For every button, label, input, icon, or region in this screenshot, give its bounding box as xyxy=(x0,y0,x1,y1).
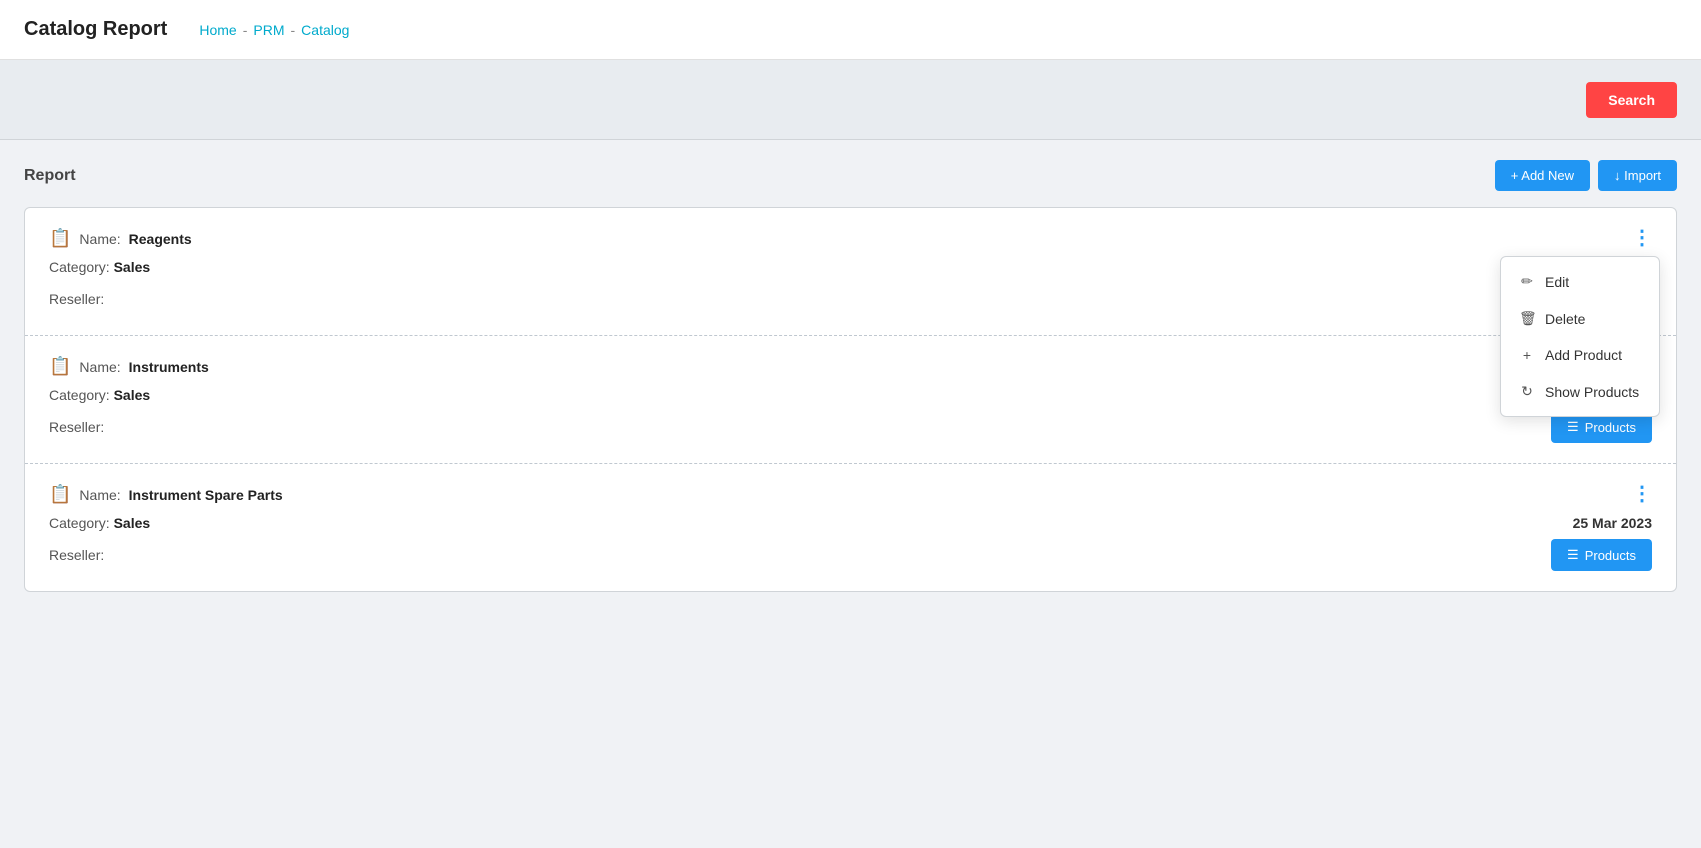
context-menu-delete-label: Delete xyxy=(1545,311,1585,327)
card-reseller-row-2: Reseller: ☰ Products xyxy=(49,411,1652,443)
context-menu-edit[interactable]: ✏ Edit xyxy=(1501,263,1659,300)
card-details-row-1: Category: Sales 23 Mar 2023 xyxy=(49,259,1652,275)
card-reseller-3: Reseller: xyxy=(49,547,104,563)
context-menu-show-products-label: Show Products xyxy=(1545,384,1639,400)
context-menu-add-product[interactable]: + Add Product xyxy=(1501,337,1659,373)
show-products-icon: ↻ xyxy=(1519,383,1535,400)
card-name-value-1: Reagents xyxy=(129,231,192,247)
breadcrumb: Home - PRM - Catalog xyxy=(199,22,349,38)
card-category-value-3: Sales xyxy=(114,515,151,531)
add-product-icon: + xyxy=(1519,347,1535,363)
products-label-3: Products xyxy=(1585,548,1636,563)
breadcrumb-prm[interactable]: PRM xyxy=(253,22,284,38)
card-name-label-1: Name: xyxy=(79,231,120,247)
products-icon-2: ☰ xyxy=(1567,419,1579,435)
card-details-row-3: Category: Sales 25 Mar 2023 xyxy=(49,515,1652,531)
content-area: Report + Add New ↓ Import 📋 Name: Reagen… xyxy=(0,140,1701,612)
three-dots-button-1[interactable]: ⋮ xyxy=(1624,224,1660,252)
breadcrumb-home[interactable]: Home xyxy=(199,22,236,38)
context-menu-show-products[interactable]: ↻ Show Products xyxy=(1501,373,1659,410)
report-header: Report + Add New ↓ Import xyxy=(24,160,1677,191)
delete-icon: 🗑 xyxy=(1519,310,1535,327)
context-menu: ✏ Edit 🗑 Delete + Add Product ↻ Show Pro… xyxy=(1500,256,1660,417)
catalog-card-2: 📋 Name: Instruments Category: Sales 25 M… xyxy=(25,336,1676,464)
card-name-label-3: Name: xyxy=(79,487,120,503)
catalog-icon-2: 📋 xyxy=(49,356,71,377)
catalog-card-3: 📋 Name: Instrument Spare Parts Category:… xyxy=(25,464,1676,591)
card-category-3: Category: Sales xyxy=(49,515,150,531)
card-reseller-1: Reseller: xyxy=(49,291,104,307)
add-new-button[interactable]: + Add New xyxy=(1495,160,1590,191)
card-reseller-row-1: Reseller: ☰ Products xyxy=(49,283,1652,315)
catalog-list: 📋 Name: Reagents Category: Sales 23 Mar … xyxy=(24,207,1677,592)
card-name-row-2: 📋 Name: Instruments xyxy=(49,356,1652,377)
context-menu-delete[interactable]: 🗑 Delete xyxy=(1501,300,1659,337)
card-reseller-2: Reseller: xyxy=(49,419,104,435)
context-menu-edit-label: Edit xyxy=(1545,274,1569,290)
products-button-3[interactable]: ☰ Products xyxy=(1551,539,1652,571)
context-menu-add-product-label: Add Product xyxy=(1545,347,1622,363)
catalog-card-1: 📋 Name: Reagents Category: Sales 23 Mar … xyxy=(25,208,1676,336)
card-reseller-row-3: Reseller: ☰ Products xyxy=(49,539,1652,571)
breadcrumb-catalog[interactable]: Catalog xyxy=(301,22,349,38)
catalog-icon-3: 📋 xyxy=(49,484,71,505)
import-button[interactable]: ↓ Import xyxy=(1598,160,1677,191)
card-name-value-2: Instruments xyxy=(129,359,209,375)
card-category-value-2: Sales xyxy=(114,387,151,403)
card-name-value-3: Instrument Spare Parts xyxy=(129,487,283,503)
card-name-label-2: Name: xyxy=(79,359,120,375)
report-actions: + Add New ↓ Import xyxy=(1495,160,1677,191)
card-category-1: Category: Sales xyxy=(49,259,150,275)
card-name-row-3: 📋 Name: Instrument Spare Parts xyxy=(49,484,1652,505)
products-icon-3: ☰ xyxy=(1567,547,1579,563)
page-header: Catalog Report Home - PRM - Catalog xyxy=(0,0,1701,60)
products-label-2: Products xyxy=(1585,420,1636,435)
page-title: Catalog Report xyxy=(24,18,167,41)
card-date-3: 25 Mar 2023 xyxy=(1573,515,1652,531)
card-name-row-1: 📋 Name: Reagents xyxy=(49,228,1652,249)
top-bar: Search xyxy=(0,60,1701,140)
edit-icon: ✏ xyxy=(1519,273,1535,290)
report-title: Report xyxy=(24,167,76,185)
card-category-value-1: Sales xyxy=(114,259,151,275)
catalog-icon-1: 📋 xyxy=(49,228,71,249)
breadcrumb-sep-2: - xyxy=(291,22,296,38)
breadcrumb-sep-1: - xyxy=(243,22,248,38)
card-category-2: Category: Sales xyxy=(49,387,150,403)
search-button[interactable]: Search xyxy=(1586,82,1677,118)
card-details-row-2: Category: Sales 25 Mar 2023 xyxy=(49,387,1652,403)
three-dots-button-3[interactable]: ⋮ xyxy=(1624,480,1660,508)
